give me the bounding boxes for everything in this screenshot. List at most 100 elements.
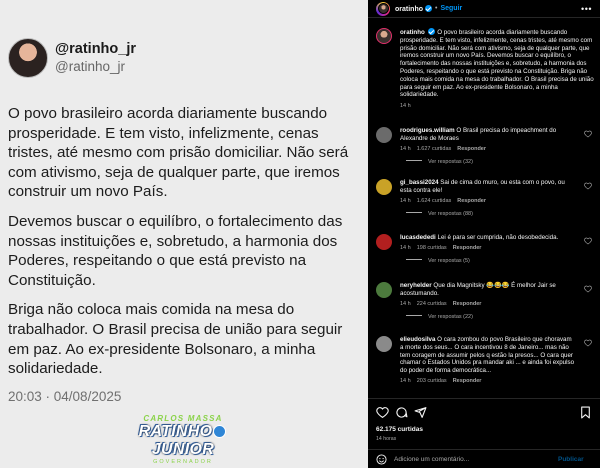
emoji-icon[interactable] (376, 454, 387, 465)
tweet-name: @ratinho_jr (55, 41, 137, 57)
verified-badge-icon (425, 4, 432, 12)
tweet-names: @ratinho_jr @ratinho_jr (55, 41, 136, 75)
comment-username[interactable]: elieudosilva (400, 336, 435, 343)
caption-avatar[interactable] (376, 28, 392, 44)
like-comment-heart-icon[interactable] (584, 285, 592, 293)
comment-avatar[interactable] (376, 127, 392, 143)
comments-panel: oratinho • Seguir ••• oratinho O povo br… (368, 0, 600, 468)
replies-line (406, 258, 422, 260)
comment-avatar[interactable] (376, 234, 392, 250)
view-replies-button[interactable]: Ver respostas (88) (406, 211, 576, 217)
caption-username[interactable]: oratinho (400, 29, 425, 36)
comment-body: gi_bassi2024 Sai de cima do muro, ou est… (400, 179, 576, 217)
tweet-paragraph: Briga não coloca mais comida na mesa do … (8, 301, 343, 378)
comment-meta: 14 h 224 curtidas Responder (400, 301, 576, 307)
header-username-text: oratinho (395, 5, 423, 13)
follow-button[interactable]: Seguir (440, 5, 462, 12)
brand-main-text: RATINHOJUNIOR (118, 423, 248, 459)
post-time-ago: 14 horas (376, 436, 397, 442)
tweet-header: @ratinho_jr @ratinho_jr (8, 38, 136, 78)
reply-button[interactable]: Responder (453, 378, 482, 384)
view-replies-button[interactable]: Ver respostas (32) (406, 159, 576, 165)
comment-avatar[interactable] (376, 179, 392, 195)
replies-line (406, 314, 422, 316)
post-image[interactable]: @ratinho_jr @ratinho_jr O povo brasileir… (0, 0, 368, 468)
view-replies-button[interactable]: Ver respostas (22) (406, 314, 576, 320)
comment-body: elieudosilva O cara zombou do povo Brasi… (400, 336, 576, 384)
comment-avatar[interactable] (376, 282, 392, 298)
comment-username[interactable]: lucasdededi (400, 234, 436, 241)
reply-button[interactable]: Responder (457, 146, 486, 152)
view-replies-button[interactable]: Ver respostas (5) (406, 258, 576, 264)
share-icon[interactable] (414, 406, 427, 419)
like-comment-heart-icon[interactable] (584, 339, 592, 347)
like-comment-heart-icon[interactable] (584, 237, 592, 245)
header-avatar[interactable] (376, 1, 390, 16)
instagram-post-window: @ratinho_jr @ratinho_jr O povo brasileir… (0, 0, 600, 468)
replies-line (406, 211, 422, 213)
comment-input[interactable] (394, 456, 554, 463)
save-bookmark-icon[interactable] (579, 406, 592, 419)
caption-body: O povo brasileiro acorda diariamente bus… (400, 29, 594, 99)
brand-dot-icon (213, 425, 227, 438)
brand-main-left: RATINHO (138, 423, 213, 440)
comment-item: gi_bassi2024 Sai de cima do muro, ou est… (376, 179, 592, 217)
comment-meta: 14 h 198 curtidas Responder (400, 245, 576, 251)
publish-button[interactable]: Publicar (558, 456, 584, 463)
comment-likes[interactable]: 1.627 curtidas (417, 146, 452, 152)
likes-count[interactable]: 62.175 curtidas (376, 426, 423, 433)
comment-icon[interactable] (395, 406, 408, 419)
comment-likes[interactable]: 224 curtidas (417, 301, 447, 307)
brand-top-text: CARLOS MASSA (143, 414, 223, 423)
tweet-paragraph: O povo brasileiro acorda diariamente bus… (8, 105, 349, 201)
post-actions: 62.175 curtidas 14 horas Publicar (368, 398, 600, 468)
brand-main-right: JUNIOR (151, 441, 215, 458)
post-header: oratinho • Seguir ••• (368, 0, 600, 18)
comment-likes[interactable]: 203 curtidas (417, 378, 447, 384)
like-comment-heart-icon[interactable] (584, 182, 592, 190)
reply-button[interactable]: Responder (457, 198, 486, 204)
comment-time: 14 h (400, 244, 411, 251)
more-horizontal-icon[interactable]: ••• (581, 4, 592, 14)
comment-username[interactable]: roodrigues.william (400, 127, 455, 134)
view-replies-label: Ver respostas (5) (428, 257, 470, 264)
comment-item: neryhelder Que dia Magnitsky 😂😂😂 É melho… (376, 282, 592, 320)
header-separator: • (435, 5, 438, 12)
comment-avatar[interactable] (376, 336, 392, 352)
comment-body: roodrigues.william O Brasil precisa do i… (400, 127, 576, 165)
comment-text: neryhelder Que dia Magnitsky 😂😂😂 É melho… (400, 282, 576, 298)
comment-likes[interactable]: 1.624 curtidas (417, 198, 452, 204)
view-replies-label: Ver respostas (22) (428, 313, 473, 320)
comment-body: lucasdededi Lei é para ser cumprida, não… (400, 234, 576, 264)
caption-time: 14 h (400, 103, 411, 110)
avatar-image (377, 3, 389, 14)
tweet-body: O povo brasileiro acorda diariamente bus… (8, 104, 360, 389)
comments-scroll-area[interactable]: oratinho O povo brasileiro acorda diaria… (368, 19, 600, 397)
reply-button[interactable]: Responder (453, 301, 482, 307)
comment-time: 14 h (400, 145, 411, 152)
comment-meta: 14 h 1.624 curtidas Responder (400, 198, 576, 204)
comment-meta: 14 h 1.627 curtidas Responder (400, 146, 576, 152)
comment-meta: 14 h 203 curtidas Responder (400, 378, 576, 384)
like-comment-heart-icon[interactable] (584, 130, 592, 138)
comment-text: gi_bassi2024 Sai de cima do muro, ou est… (400, 179, 576, 195)
caption-text: oratinho O povo brasileiro acorda diaria… (400, 28, 596, 111)
brand-logo: CARLOS MASSA RATINHOJUNIOR GOVERNADOR (118, 414, 248, 465)
comment-item: elieudosilva O cara zombou do povo Brasi… (376, 336, 592, 384)
comment-message: Lei é para ser cumprida, não desobedecid… (437, 234, 559, 241)
brand-sub-text: GOVERNADOR (153, 459, 213, 465)
comment-likes[interactable]: 198 curtidas (417, 245, 447, 251)
like-heart-icon[interactable] (376, 406, 389, 419)
tweet-date: 20:03 · 04/08/2025 (8, 389, 122, 404)
comment-text: elieudosilva O cara zombou do povo Brasi… (400, 336, 576, 375)
view-replies-label: Ver respostas (88) (428, 210, 473, 217)
comment-body: neryhelder Que dia Magnitsky 😂😂😂 É melho… (400, 282, 576, 320)
comment-username[interactable]: neryhelder (400, 282, 432, 289)
comment-time: 14 h (400, 300, 411, 307)
reply-button[interactable]: Responder (453, 245, 482, 251)
action-row (376, 406, 592, 420)
comment-username[interactable]: gi_bassi2024 (400, 179, 439, 186)
comment-item: lucasdededi Lei é para ser cumprida, não… (376, 234, 592, 264)
header-username[interactable]: oratinho (395, 4, 432, 13)
add-comment-row: Publicar (368, 449, 600, 468)
